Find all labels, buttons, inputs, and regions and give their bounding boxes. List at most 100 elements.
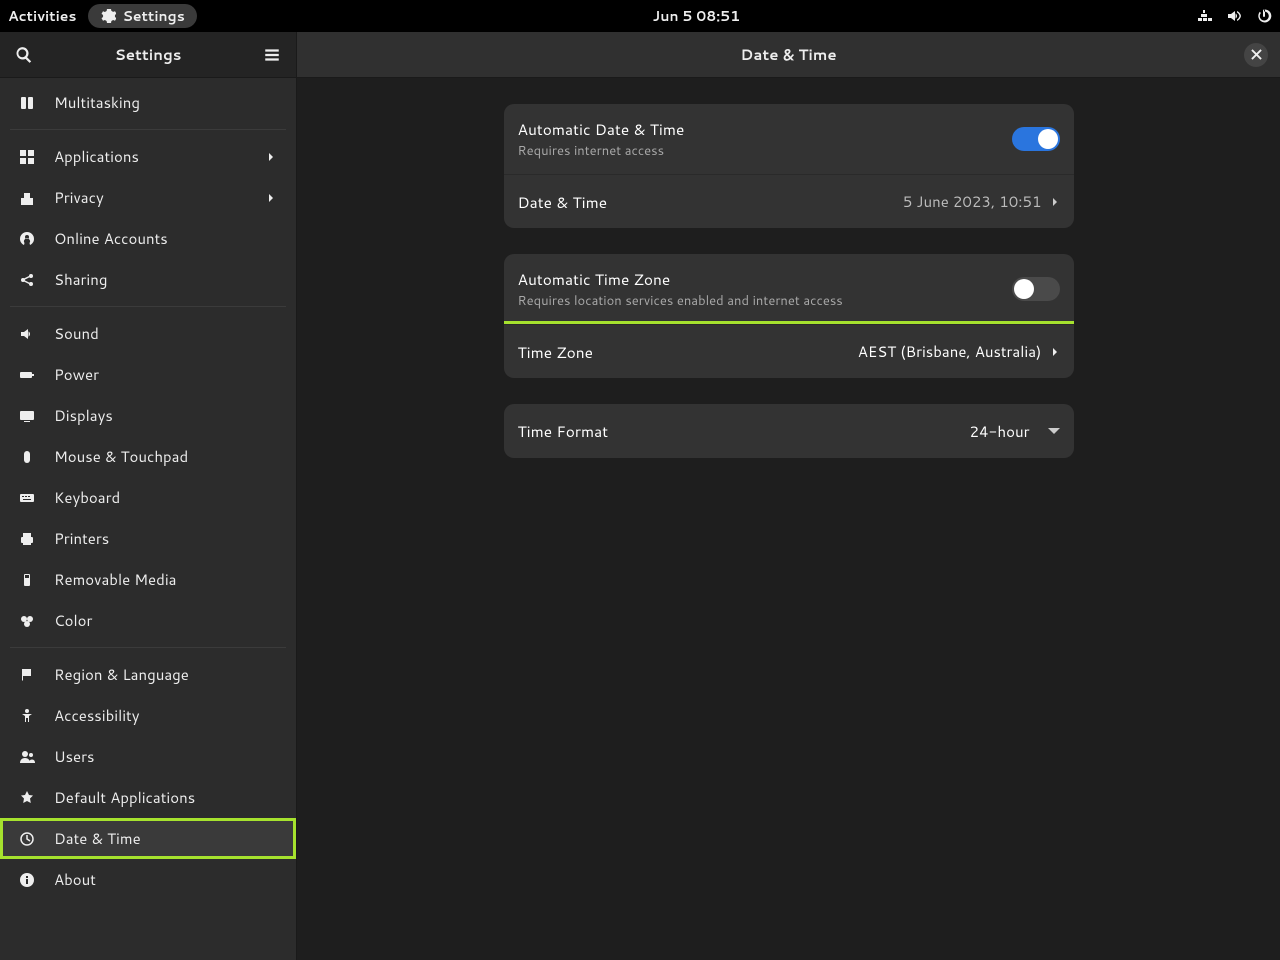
sidebar-item-color[interactable]: Color: [0, 600, 296, 641]
sidebar-title: Settings: [36, 44, 260, 65]
time-format-group: Time Format 24-hour: [504, 404, 1074, 458]
sidebar-item-users[interactable]: Users: [0, 736, 296, 777]
region-icon: [18, 666, 36, 684]
accessibility-icon: [18, 707, 36, 725]
sidebar-item-date-time[interactable]: Date & Time: [0, 818, 296, 859]
date-time-label: Date & Time: [518, 191, 903, 213]
sidebar-separator: [10, 647, 286, 648]
chevron-right-icon: [1050, 347, 1060, 357]
sidebar-item-power[interactable]: Power: [0, 354, 296, 395]
time-format-value: 24-hour: [970, 421, 1030, 442]
panel-clock[interactable]: Jun 5 08:51: [197, 6, 1196, 26]
keyboard-icon: [18, 489, 36, 507]
primary-menu-button[interactable]: [260, 43, 284, 67]
hamburger-icon: [263, 46, 281, 64]
volume-icon: [1226, 8, 1242, 24]
sidebar-item-online-accounts[interactable]: Online Accounts: [0, 218, 296, 259]
time-zone-group: Automatic Time Zone Requires location se…: [504, 254, 1074, 378]
date-time-value: 5 June 2023, 10:51: [903, 191, 1042, 212]
sidebar-item-about[interactable]: About: [0, 859, 296, 900]
displays-icon: [18, 407, 36, 425]
time-format-row[interactable]: Time Format 24-hour: [504, 404, 1074, 458]
settings-sidebar: Settings Multitasking Applications Privacy…: [0, 32, 297, 960]
sidebar-item-label: Displays: [54, 405, 278, 426]
sidebar-item-label: Sharing: [54, 269, 278, 290]
sidebar-item-sharing[interactable]: Sharing: [0, 259, 296, 300]
content-body: Automatic Date & Time Requires internet …: [297, 78, 1280, 960]
sidebar-item-label: Color: [54, 610, 278, 631]
sidebar-item-printers[interactable]: Printers: [0, 518, 296, 559]
sidebar-item-applications[interactable]: Applications: [0, 136, 296, 177]
power-icon: [1256, 8, 1272, 24]
applications-icon: [18, 148, 36, 166]
chevron-right-icon: [1050, 197, 1060, 207]
sidebar-item-label: Power: [54, 364, 278, 385]
panel-status-area[interactable]: [1196, 8, 1272, 24]
sidebar-item-mouse-touchpad[interactable]: Mouse & Touchpad: [0, 436, 296, 477]
time-zone-row[interactable]: Time Zone AEST (Brisbane, Australia): [504, 324, 1074, 378]
activities-button[interactable]: Activities: [8, 6, 76, 26]
sidebar-item-region-language[interactable]: Region & Language: [0, 654, 296, 695]
automatic-date-time-row: Automatic Date & Time Requires internet …: [504, 104, 1074, 174]
sidebar-item-label: Region & Language: [54, 664, 278, 685]
default-apps-icon: [18, 789, 36, 807]
search-button[interactable]: [12, 43, 36, 67]
multitasking-icon: [18, 94, 36, 112]
chevron-right-icon: [266, 152, 278, 162]
printers-icon: [18, 530, 36, 548]
sidebar-item-label: About: [54, 869, 278, 890]
gear-icon: [100, 8, 116, 24]
sidebar-item-label: Online Accounts: [54, 228, 278, 249]
content-area: Date & Time Automatic Date & Time Requir…: [297, 32, 1280, 960]
sidebar-item-keyboard[interactable]: Keyboard: [0, 477, 296, 518]
power-icon: [18, 366, 36, 384]
sidebar-item-label: Printers: [54, 528, 278, 549]
online-accounts-icon: [18, 230, 36, 248]
date-time-row[interactable]: Date & Time 5 June 2023, 10:51: [504, 174, 1074, 228]
automatic-date-time-switch[interactable]: [1012, 127, 1060, 151]
sidebar-item-label: Applications: [54, 146, 248, 167]
search-icon: [15, 46, 33, 64]
sidebar-item-label: Removable Media: [54, 569, 278, 590]
users-icon: [18, 748, 36, 766]
sidebar-separator: [10, 129, 286, 130]
content-headerbar: Date & Time: [297, 32, 1280, 78]
sidebar-item-label: Sound: [54, 323, 278, 344]
page-title: Date & Time: [333, 44, 1244, 65]
automatic-time-zone-label: Automatic Time Zone: [518, 268, 1012, 290]
automatic-time-zone-row: Automatic Time Zone Requires location se…: [504, 254, 1074, 324]
sidebar-item-label: Mouse & Touchpad: [54, 446, 278, 467]
sidebar-item-label: Users: [54, 746, 278, 767]
sidebar-headerbar: Settings: [0, 32, 296, 78]
sidebar-item-label: Keyboard: [54, 487, 278, 508]
automatic-date-time-label: Automatic Date & Time: [518, 118, 1012, 140]
sidebar-item-default-applications[interactable]: Default Applications: [0, 777, 296, 818]
settings-window: Settings Multitasking Applications Privacy…: [0, 32, 1280, 960]
close-icon: [1251, 49, 1262, 60]
sidebar-item-multitasking[interactable]: Multitasking: [0, 82, 296, 123]
privacy-icon: [18, 189, 36, 207]
automatic-date-time-subtitle: Requires internet access: [518, 142, 1012, 160]
date-time-icon: [18, 830, 36, 848]
sidebar-separator: [10, 306, 286, 307]
gnome-top-panel: Activities Settings Jun 5 08:51: [0, 0, 1280, 32]
current-app-indicator[interactable]: Settings: [88, 4, 196, 28]
sidebar-item-removable-media[interactable]: Removable Media: [0, 559, 296, 600]
removable-icon: [18, 571, 36, 589]
window-close-button[interactable]: [1244, 43, 1268, 67]
current-app-label: Settings: [122, 6, 184, 26]
mouse-icon: [18, 448, 36, 466]
time-zone-label: Time Zone: [518, 341, 858, 363]
sidebar-item-privacy[interactable]: Privacy: [0, 177, 296, 218]
sidebar-list: Multitasking Applications Privacy Online Ac…: [0, 78, 296, 960]
automatic-time-zone-subtitle: Requires location services enabled and i…: [518, 292, 1012, 310]
sidebar-item-sound[interactable]: Sound: [0, 313, 296, 354]
sidebar-item-label: Date & Time: [54, 828, 278, 849]
sidebar-item-accessibility[interactable]: Accessibility: [0, 695, 296, 736]
chevron-right-icon: [266, 193, 278, 203]
sidebar-item-displays[interactable]: Displays: [0, 395, 296, 436]
automatic-time-zone-switch[interactable]: [1012, 277, 1060, 301]
sharing-icon: [18, 271, 36, 289]
about-icon: [18, 871, 36, 889]
sidebar-item-label: Accessibility: [54, 705, 278, 726]
